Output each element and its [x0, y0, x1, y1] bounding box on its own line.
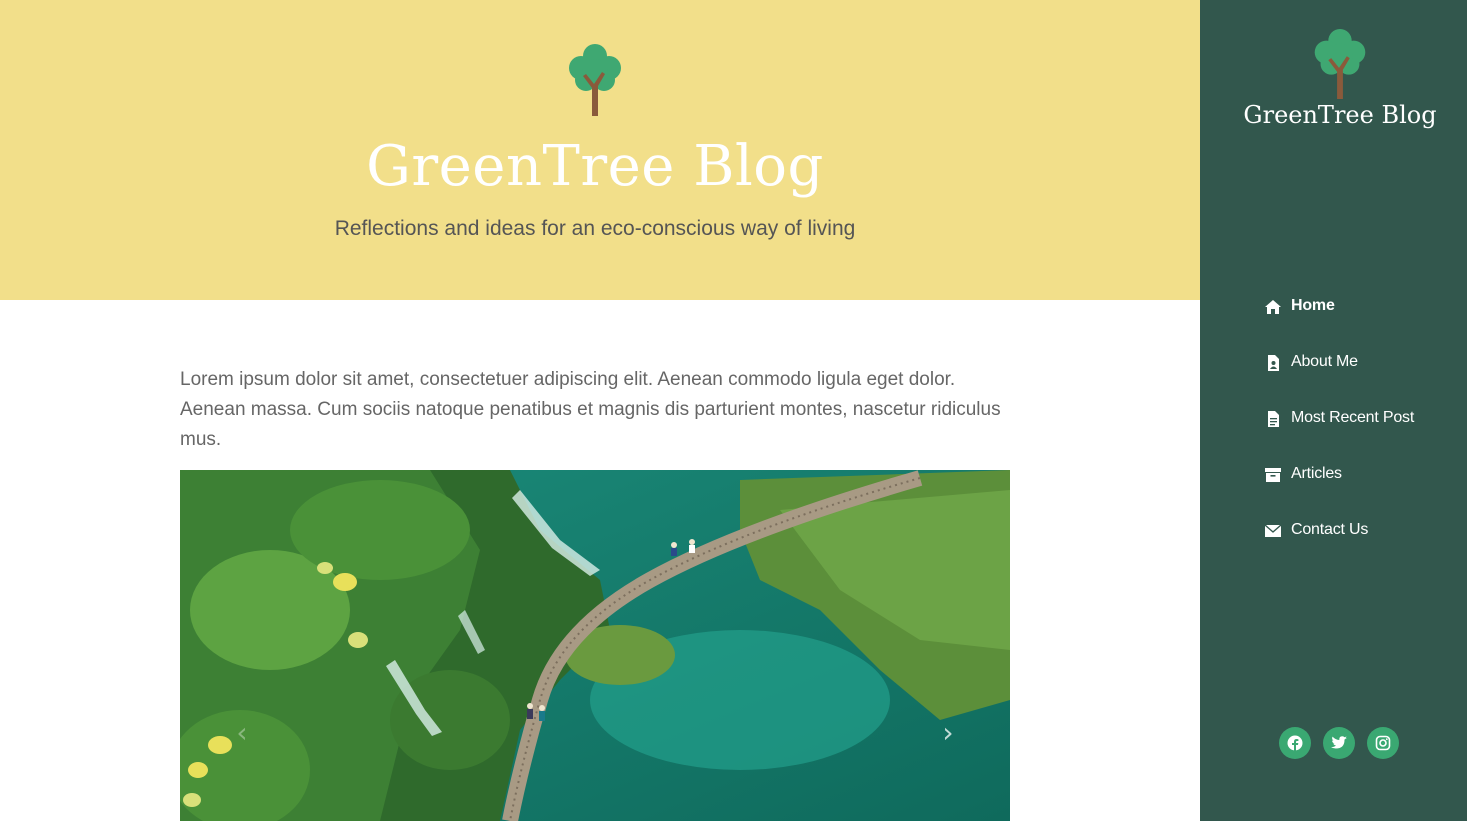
sidebar-nav: Home About Me Most Recent Post Articles … [1264, 290, 1414, 570]
social-links [1279, 727, 1399, 759]
nav-label: Contact Us [1291, 521, 1369, 538]
chevron-left-icon: ‹ [236, 716, 248, 749]
nav-item-articles[interactable]: Articles [1264, 458, 1414, 514]
instagram-icon [1375, 735, 1391, 751]
facebook-icon [1287, 735, 1303, 751]
home-icon [1265, 300, 1281, 314]
site-title: GreenTree Blog [366, 134, 824, 199]
nav-label: Articles [1291, 465, 1342, 482]
site-tagline: Reflections and ideas for an eco-conscio… [334, 217, 856, 240]
envelope-icon [1264, 524, 1282, 537]
archive-icon [1265, 468, 1281, 482]
twitter-link[interactable] [1323, 727, 1355, 759]
nav-item-home[interactable]: Home [1264, 290, 1414, 346]
nav-item-most-recent-post[interactable]: Most Recent Post [1264, 402, 1414, 458]
carousel-next-button[interactable]: › [936, 718, 960, 748]
instagram-link[interactable] [1367, 727, 1399, 759]
chevron-right-icon: › [942, 716, 954, 749]
facebook-link[interactable] [1279, 727, 1311, 759]
carousel-photo [180, 470, 1010, 821]
tree-icon [569, 44, 621, 116]
image-carousel[interactable]: ‹ › [180, 470, 1010, 821]
nav-label: Most Recent Post [1291, 409, 1415, 426]
twitter-icon [1331, 736, 1347, 749]
tree-icon [1314, 28, 1366, 99]
file-user-icon [1268, 355, 1279, 371]
nav-label: Home [1291, 297, 1335, 314]
hero-banner: GreenTree Blog Reflections and ideas for… [0, 0, 1200, 300]
sidebar: GreenTree Blog Home About Me Most Recent… [1200, 0, 1467, 821]
main-content: GreenTree Blog Reflections and ideas for… [0, 0, 1200, 821]
nav-label: About Me [1291, 353, 1358, 370]
nav-item-about-me[interactable]: About Me [1264, 346, 1414, 402]
carousel-prev-button[interactable]: ‹ [230, 718, 254, 748]
document-icon [1268, 411, 1279, 427]
sidebar-title[interactable]: GreenTree Blog [1200, 101, 1467, 129]
nav-item-contact-us[interactable]: Contact Us [1264, 514, 1414, 570]
intro-paragraph: Lorem ipsum dolor sit amet, consectetuer… [180, 369, 1001, 450]
